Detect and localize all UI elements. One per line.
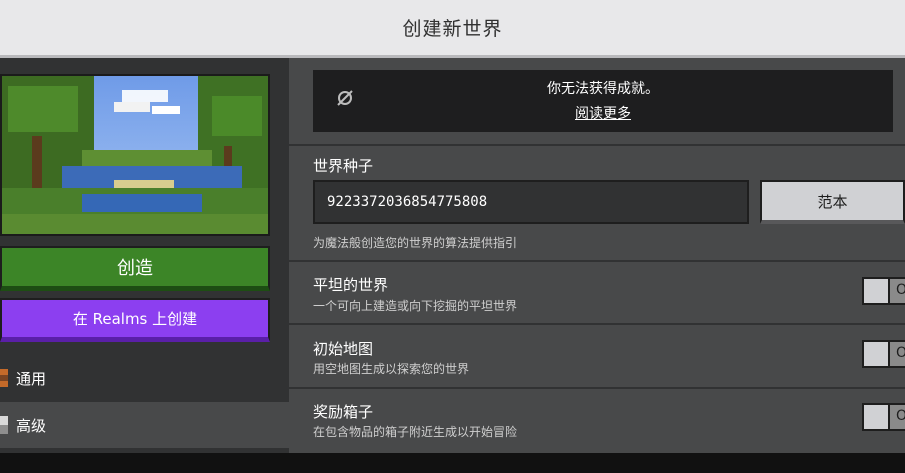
template-button[interactable]: 范本 — [760, 180, 905, 224]
divider — [289, 144, 905, 146]
general-icon — [0, 369, 8, 387]
page-title: 创建新世界 — [402, 18, 503, 40]
divider — [289, 260, 905, 262]
notice-text: 你无法获得成就。 — [547, 81, 659, 97]
nav-item-label: 通用 — [16, 369, 47, 388]
toggle-knob — [864, 279, 890, 303]
starting-map-toggle[interactable]: O — [862, 340, 905, 368]
bottom-bar — [0, 453, 905, 473]
advanced-icon — [0, 416, 8, 434]
title-bar: 创建新世界 — [0, 0, 905, 58]
world-preview-image — [0, 74, 270, 236]
divider — [289, 387, 905, 389]
read-more-link[interactable]: 阅读更多 — [313, 103, 893, 123]
flat-world-toggle[interactable]: O — [862, 277, 905, 305]
achievements-notice: 你无法获得成就。 阅读更多 — [313, 70, 893, 132]
bonus-chest-toggle[interactable]: O — [862, 403, 905, 431]
setting-description: 在包含物品的箱子附近生成以开始冒险 — [313, 425, 518, 439]
left-panel: 创造 在 Realms 上创建 通用 高级 — [0, 58, 289, 453]
settings-panel: 你无法获得成就。 阅读更多 世界种子 9223372036854775808 范… — [289, 58, 905, 453]
toggle-state: O — [896, 282, 905, 298]
divider — [289, 323, 905, 325]
setting-label-starting-map: 初始地图 — [313, 340, 374, 358]
setting-label-bonus-chest: 奖励箱子 — [313, 403, 374, 421]
setting-description: 一个可向上建造或向下挖掘的平坦世界 — [313, 299, 518, 313]
toggle-knob — [864, 342, 890, 366]
setting-description: 用空地图生成以探索您的世界 — [313, 362, 470, 376]
seed-description: 为魔法般创造您的世界的算法提供指引 — [313, 236, 518, 250]
create-on-realms-button[interactable]: 在 Realms 上创建 — [0, 298, 270, 342]
nav-item-general[interactable]: 通用 — [0, 356, 289, 400]
nav-item-advanced[interactable]: 高级 — [0, 402, 289, 448]
toggle-state: O — [896, 408, 905, 424]
toggle-knob — [864, 405, 890, 429]
toggle-state: O — [896, 345, 905, 361]
create-button[interactable]: 创造 — [0, 246, 270, 291]
setting-label-flat-world: 平坦的世界 — [313, 276, 389, 294]
seed-input[interactable]: 9223372036854775808 — [313, 180, 749, 224]
seed-label: 世界种子 — [313, 157, 374, 175]
nav-item-label: 高级 — [16, 416, 47, 435]
